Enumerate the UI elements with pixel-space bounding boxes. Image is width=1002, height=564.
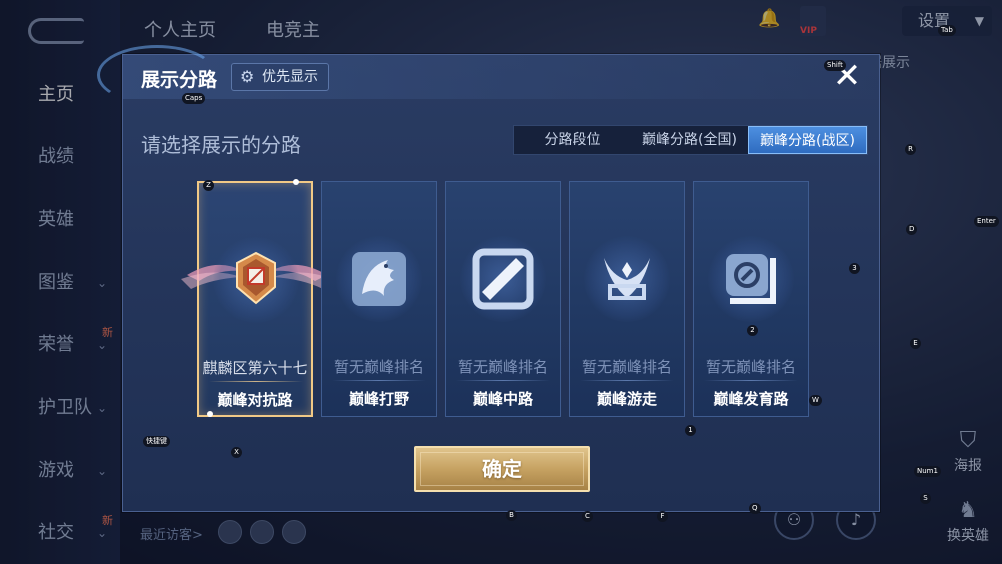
gear-icon: ⚙: [240, 67, 255, 86]
emblem-ring: [708, 236, 794, 322]
card-divider: [456, 380, 550, 381]
mid-lane-icon: [472, 248, 534, 310]
support-wings-icon: [604, 258, 650, 300]
key-hint: F: [657, 511, 668, 522]
rank-text: 暂无巅峰排名: [457, 358, 548, 376]
lane-type-tabs: 分路段位 巅峰分路(全国) 巅峰分路(战区): [513, 125, 868, 155]
tab-peak-lane-national[interactable]: 巅峰分路(全国): [631, 126, 748, 154]
key-hint: S: [920, 493, 931, 504]
lane-name: 巅峰打野: [348, 390, 409, 408]
key-hint: Shift: [824, 60, 846, 71]
corner-dot: [207, 411, 213, 417]
lane-card-jungle[interactable]: 暂无巅峰排名 巅峰打野: [321, 181, 437, 417]
key-hint: Q: [749, 503, 761, 514]
emblem-ring: [213, 237, 299, 323]
key-hint: 2: [747, 325, 758, 336]
card-divider: [580, 380, 674, 381]
key-hint: E: [910, 338, 921, 349]
key-hint: Tab: [938, 25, 956, 36]
rank-text: 暂无巅峰排名: [333, 358, 424, 376]
rank-text: 麒麟区第六十七: [202, 359, 308, 377]
jungle-dragon-icon: [352, 252, 406, 306]
lane-name: 巅峰游走: [596, 390, 657, 408]
dialog-title: 展示分路: [141, 69, 218, 91]
key-hint: 3: [849, 263, 860, 274]
key-hint: 快捷键: [143, 436, 170, 447]
priority-display-label: 优先显示: [262, 69, 318, 85]
emblem-ring: [460, 236, 546, 322]
key-hint: R: [905, 144, 916, 155]
select-lane-prompt: 请选择展示的分路: [141, 133, 301, 157]
lane-name: 巅峰中路: [472, 390, 533, 408]
lane-display-dialog: 展示分路 ⚙ 优先显示 ✕ 请选择展示的分路 分路段位 巅峰分路(全国) 巅峰分…: [97, 45, 880, 512]
confirm-button[interactable]: 确定: [414, 446, 590, 492]
emblem-ring: [336, 236, 422, 322]
lane-card-top[interactable]: 麒麟区第六十七 巅峰对抗路: [181, 179, 333, 417]
lane-card-mid[interactable]: 暂无巅峰排名 巅峰中路: [445, 181, 561, 417]
card-divider: [209, 381, 303, 382]
lane-card-list: 麒麟区第六十七 巅峰对抗路 暂无巅峰排名 巅峰打野 暂无巅峰排名 巅峰中路 暂无…: [181, 179, 809, 417]
priority-display-button[interactable]: ⚙ 优先显示: [231, 63, 329, 91]
card-divider: [704, 380, 798, 381]
key-hint: Num1: [914, 466, 941, 477]
tab-lane-rank[interactable]: 分路段位: [514, 126, 631, 154]
key-hint: Enter: [974, 216, 999, 227]
key-hint: Caps: [182, 93, 206, 104]
rank-text: 暂无巅峰排名: [705, 358, 796, 376]
lane-name: 巅峰发育路: [713, 390, 789, 408]
lane-card-adc[interactable]: 暂无巅峰排名 巅峰发育路: [693, 181, 809, 417]
emblem-ring: [584, 236, 670, 322]
adc-lane-icon: [726, 254, 776, 304]
lane-card-support[interactable]: 暂无巅峰排名 巅峰游走: [569, 181, 685, 417]
key-hint: B: [506, 510, 517, 521]
rank-badge-icon: [236, 251, 276, 305]
lane-name: 巅峰对抗路: [217, 391, 293, 409]
tab-peak-lane-region[interactable]: 巅峰分路(战区): [748, 126, 867, 154]
rank-text: 暂无巅峰排名: [581, 358, 672, 376]
key-hint: 1: [685, 425, 696, 436]
key-hint: X: [231, 447, 242, 458]
key-hint: C: [582, 511, 593, 522]
card-divider: [332, 380, 426, 381]
corner-dot: [293, 179, 299, 185]
key-hint: Z: [203, 180, 214, 191]
key-hint: W: [809, 395, 822, 406]
